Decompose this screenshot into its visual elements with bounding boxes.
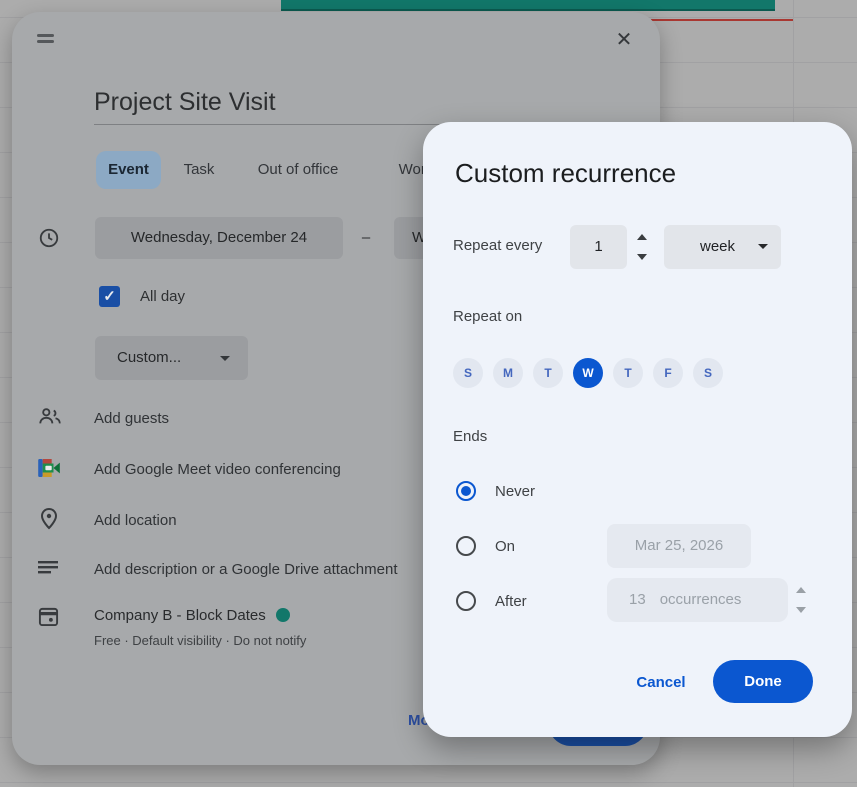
stepper-up-icon[interactable] bbox=[637, 234, 647, 240]
calendar-details: Free · Default visibility · Do not notif… bbox=[94, 633, 306, 648]
stepper-up-icon[interactable] bbox=[796, 587, 806, 593]
interval-input[interactable]: 1 bbox=[570, 225, 627, 269]
occurrences-stepper[interactable] bbox=[793, 578, 809, 622]
cancel-button[interactable]: Cancel bbox=[621, 669, 701, 697]
location-pin-icon bbox=[38, 507, 62, 531]
day-chip-tuesday[interactable]: T bbox=[533, 358, 563, 388]
day-chip-wednesday[interactable]: W bbox=[573, 358, 603, 388]
occurrence-suffix: occurrences bbox=[660, 591, 742, 608]
occurrence-count: 13 bbox=[629, 591, 646, 608]
tab-task[interactable]: Task bbox=[174, 151, 224, 189]
repeat-every-label: Repeat every bbox=[453, 237, 542, 254]
repeat-on-label: Repeat on bbox=[453, 308, 522, 325]
day-chip-sunday[interactable]: S bbox=[453, 358, 483, 388]
dialog-title: Custom recurrence bbox=[455, 158, 676, 189]
start-date-field[interactable]: Wednesday, December 24 bbox=[95, 217, 343, 259]
radio-never[interactable] bbox=[456, 481, 476, 501]
description-icon bbox=[38, 561, 62, 585]
day-chip-friday[interactable]: F bbox=[653, 358, 683, 388]
event-title[interactable]: Project Site Visit bbox=[94, 88, 276, 117]
guests-icon bbox=[38, 406, 62, 430]
custom-recurrence-dialog: Custom recurrence Repeat every 1 week Re… bbox=[423, 122, 852, 737]
add-guests-row[interactable]: Add guests bbox=[94, 410, 169, 427]
add-meet-row[interactable]: Add Google Meet video conferencing bbox=[94, 461, 341, 478]
interval-stepper[interactable] bbox=[634, 225, 650, 269]
stepper-down-icon[interactable] bbox=[637, 254, 647, 260]
radio-after-label[interactable]: After bbox=[495, 593, 527, 610]
drag-handle-icon[interactable] bbox=[37, 34, 54, 43]
end-date-input[interactable]: Mar 25, 2026 bbox=[607, 524, 751, 568]
day-chip-monday[interactable]: M bbox=[493, 358, 523, 388]
calendar-name[interactable]: Company B - Block Dates bbox=[94, 607, 290, 624]
calendar-name-label: Company B - Block Dates bbox=[94, 607, 266, 624]
radio-never-label[interactable]: Never bbox=[495, 483, 535, 500]
radio-on-label[interactable]: On bbox=[495, 538, 515, 555]
calendar-icon bbox=[38, 606, 62, 630]
radio-after[interactable] bbox=[456, 591, 476, 611]
chevron-down-icon bbox=[220, 356, 230, 361]
close-icon[interactable]: ✕ bbox=[610, 26, 638, 54]
tab-event[interactable]: Event bbox=[96, 151, 161, 189]
chevron-down-icon bbox=[758, 244, 768, 249]
all-day-label: All day bbox=[140, 288, 185, 305]
done-button[interactable]: Done bbox=[713, 660, 813, 703]
tab-out-of-office[interactable]: Out of office bbox=[238, 151, 358, 189]
add-description-row[interactable]: Add description or a Google Drive attach… bbox=[94, 561, 398, 578]
date-separator: – bbox=[356, 217, 376, 259]
google-meet-icon bbox=[38, 459, 62, 483]
stepper-down-icon[interactable] bbox=[796, 607, 806, 613]
occurrences-input[interactable]: 13 occurrences bbox=[607, 578, 788, 622]
add-location-row[interactable]: Add location bbox=[94, 512, 177, 529]
all-day-checkbox[interactable]: ✓ bbox=[99, 286, 120, 307]
day-chip-thursday[interactable]: T bbox=[613, 358, 643, 388]
current-time-indicator bbox=[651, 19, 793, 21]
calendar-color-dot bbox=[276, 608, 290, 622]
day-chip-saturday[interactable]: S bbox=[693, 358, 723, 388]
ends-label: Ends bbox=[453, 428, 487, 445]
background-event-bar bbox=[281, 0, 775, 11]
clock-icon bbox=[38, 227, 62, 251]
radio-on[interactable] bbox=[456, 536, 476, 556]
